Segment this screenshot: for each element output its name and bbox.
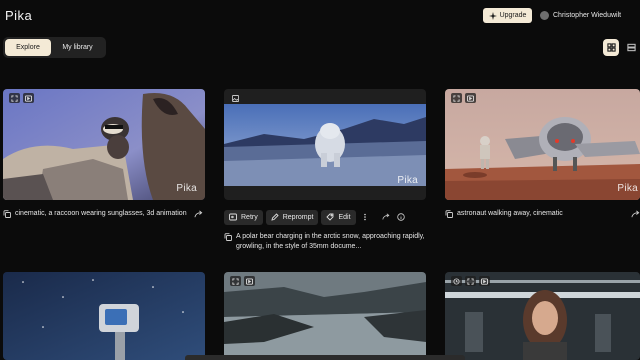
polar-bear-thumbnail (224, 104, 426, 186)
raccoon-thumbnail (3, 89, 205, 200)
play-icon (25, 94, 32, 102)
info-icon (396, 213, 405, 221)
history-button[interactable] (451, 276, 462, 286)
user-menu[interactable]: Christopher Wieduwilt (540, 11, 621, 20)
more-options-button[interactable] (359, 211, 371, 223)
info-button[interactable] (395, 211, 407, 223)
pika-watermark: Pika (617, 183, 638, 194)
list-view-button[interactable] (623, 39, 639, 56)
play-button[interactable] (244, 276, 255, 286)
card-caption: cinematic, a raccoon wearing sunglasses,… (3, 209, 188, 219)
share-icon (381, 213, 389, 220)
grid-icon (606, 43, 616, 52)
pika-watermark: Pika (176, 183, 197, 194)
edit-button[interactable]: Edit (321, 209, 356, 225)
expand-icon (232, 277, 239, 285)
caption-text: astronaut walking away, cinematic (457, 210, 563, 217)
share-icon[interactable] (631, 210, 640, 219)
expand-icon (467, 277, 474, 285)
retry-icon (229, 213, 237, 221)
video-card-polar-bear[interactable]: Pika (224, 89, 426, 200)
app-logo[interactable]: Pika (5, 8, 32, 23)
upgrade-label: Upgrade (499, 12, 527, 19)
play-icon (246, 277, 253, 285)
expand-button[interactable] (465, 276, 476, 286)
image-button[interactable] (230, 93, 241, 103)
video-card-astronaut[interactable]: Pika (445, 89, 640, 200)
expand-icon (11, 94, 18, 102)
card-caption: A polar bear charging in the arctic snow… (224, 232, 429, 252)
play-button[interactable] (465, 93, 476, 103)
share-icon[interactable] (194, 210, 203, 219)
edit-label: Edit (338, 213, 351, 221)
card-action-bar: Retry Reprompt Edit (224, 209, 426, 225)
video-card-fjord[interactable] (224, 272, 426, 360)
copy-icon[interactable] (224, 233, 232, 241)
video-card-space-robot[interactable] (3, 272, 205, 360)
play-button[interactable] (479, 276, 490, 286)
play-button[interactable] (23, 93, 34, 103)
retry-button[interactable]: Retry (224, 209, 263, 225)
sparkle-icon (488, 11, 497, 20)
card-caption: astronaut walking away, cinematic (445, 209, 615, 219)
copy-icon[interactable] (3, 210, 11, 218)
caption-text: cinematic, a raccoon wearing sunglasses,… (15, 210, 187, 217)
image-icon (232, 94, 239, 102)
tab-my-library[interactable]: My library (53, 39, 102, 56)
list-icon (626, 43, 636, 52)
tag-icon (326, 213, 334, 221)
play-icon (481, 277, 488, 285)
play-icon (467, 94, 474, 102)
avatar (540, 11, 549, 20)
upgrade-button[interactable]: Upgrade (483, 8, 532, 23)
grid-view-button[interactable] (603, 39, 619, 56)
tab-explore[interactable]: Explore (5, 39, 51, 56)
pika-watermark: Pika (397, 175, 418, 186)
video-card-raccoon[interactable]: Pika (3, 89, 205, 200)
expand-button[interactable] (9, 93, 20, 103)
video-card-subway-woman[interactable] (445, 272, 640, 360)
copy-icon[interactable] (445, 210, 453, 218)
expand-button[interactable] (451, 93, 462, 103)
share-button[interactable] (380, 211, 392, 223)
user-name: Christopher Wieduwilt (553, 12, 622, 19)
prompt-bar[interactable] (185, 355, 465, 360)
reprompt-label: Reprompt (282, 213, 314, 221)
reprompt-button[interactable]: Reprompt (265, 209, 319, 225)
layout-toggle (603, 39, 639, 57)
space-robot-thumbnail (3, 272, 205, 360)
astronaut-thumbnail (445, 89, 640, 200)
history-icon (453, 277, 460, 285)
expand-icon (453, 94, 460, 102)
view-tabs: Explore My library (3, 37, 106, 58)
more-vertical-icon (363, 213, 366, 221)
retry-label: Retry (241, 213, 258, 221)
expand-button[interactable] (230, 276, 241, 286)
caption-text: A polar bear charging in the arctic snow… (236, 233, 425, 250)
pencil-icon (271, 213, 279, 221)
